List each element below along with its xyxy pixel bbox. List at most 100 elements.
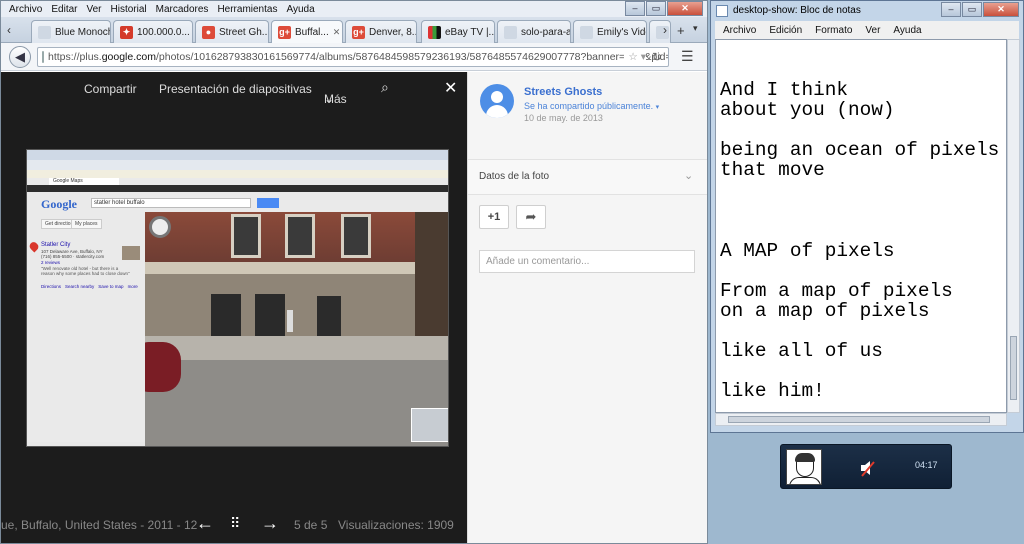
menu-ver[interactable]: Ver <box>86 4 101 15</box>
google-plus-icon: g+ <box>278 26 291 39</box>
viewer-footer: ue, Buffalo, United States - 2011 - 12 ←… <box>1 510 467 540</box>
share-link[interactable]: Compartir <box>84 82 137 96</box>
notepad-title: desktop-show: Bloc de notas <box>733 5 861 16</box>
photo-info-label: Datos de la foto <box>479 171 550 182</box>
close-button[interactable]: ✕ <box>667 1 703 16</box>
notepad-menubar: Archivo Edición Formato Ver Ayuda <box>715 21 1019 39</box>
bookmark-star-icon[interactable]: ☆ ▾ <box>624 51 646 63</box>
media-player-widget: 04:17 <box>780 444 952 489</box>
menu-archivo[interactable]: Archivo <box>9 4 42 15</box>
previous-arrow-icon[interactable]: ← <box>196 513 214 534</box>
notepad-window: desktop-show: Bloc de notas – ▭ ✕ Archiv… <box>710 0 1024 433</box>
lock-icon <box>42 51 44 63</box>
embedded-statusbar <box>27 442 145 446</box>
maps-search-button <box>257 198 279 208</box>
tab-solo-para[interactable]: solo-para-ad... <box>497 20 571 43</box>
browser-window: Archivo Editar Ver Historial Marcadores … <box>0 0 708 544</box>
close-tab-icon[interactable]: ✕ <box>333 27 341 38</box>
tab-list-icon[interactable]: ▾ <box>693 23 698 34</box>
location-icon: ● <box>202 25 215 39</box>
tab-blue-monoch[interactable]: Blue Monoch... <box>31 20 111 43</box>
plus-one-button[interactable]: +1 <box>479 205 509 229</box>
doorway <box>255 294 285 338</box>
next-arrow-icon[interactable]: → <box>261 513 279 534</box>
photo-side-panel: Streets Ghosts Se ha compartido públicam… <box>467 72 707 543</box>
avatar-body <box>486 105 508 118</box>
playback-time: 04:17 <box>915 460 938 470</box>
scrollbar-thumb[interactable] <box>1010 336 1017 400</box>
embedded-google-bar <box>27 185 448 192</box>
menu-edicion[interactable]: Edición <box>769 25 802 36</box>
back-arrow-icon[interactable]: ◀ <box>9 46 31 68</box>
hamburger-menu-icon[interactable]: ☰ <box>681 49 697 63</box>
tab-emilys-video[interactable]: Emily's Video ... <box>573 20 647 43</box>
tab-buffalo[interactable]: g+ Buffal... ✕ <box>271 20 343 44</box>
tab-street-ghosts[interactable]: ● Street Gh... <box>195 20 269 43</box>
reload-icon[interactable]: ↻ <box>652 50 662 64</box>
horizontal-scrollbar[interactable] <box>715 413 1007 426</box>
photo-counter: 5 de 5 <box>294 518 328 532</box>
menu-archivo[interactable]: Archivo <box>723 25 756 36</box>
mute-icon[interactable] <box>859 459 877 477</box>
place-actions: Directions Search nearby Save to map more <box>41 284 138 289</box>
comment-input[interactable]: Añade un comentario... <box>479 250 695 273</box>
maps-search-input: statler hotel buffalo <box>91 198 251 208</box>
new-tab-icon[interactable]: + <box>677 23 685 38</box>
grid-view-icon[interactable]: ⠿ <box>230 515 240 532</box>
menu-formato[interactable]: Formato <box>815 25 852 36</box>
tab-ebay-tv[interactable]: eBay TV |... <box>421 20 495 43</box>
embedded-titlebar <box>27 150 448 160</box>
menu-editar[interactable]: Editar <box>51 4 77 15</box>
share-arrow-icon[interactable]: ➦ <box>516 205 546 229</box>
tab-overflow[interactable]: s <box>649 20 671 43</box>
place-review-text: "Well renovate old hotel - but there is … <box>41 266 130 276</box>
blank-page-icon <box>38 25 51 39</box>
tab-denver[interactable]: g+ Denver, 8... <box>345 20 417 43</box>
scrollbar-thumb[interactable] <box>728 416 990 423</box>
menu-marcadores[interactable]: Marcadores <box>156 4 209 15</box>
photo-image: Google Maps Google statler hotel buffalo… <box>26 149 449 447</box>
building-awning <box>145 262 415 274</box>
google-logo: Google <box>41 197 77 211</box>
building-window <box>285 214 315 258</box>
search-icon[interactable]: ⌕ <box>381 79 389 96</box>
flag-icon: ✦ <box>120 25 133 39</box>
place-thumbnail <box>122 246 140 260</box>
menu-ayuda[interactable]: Ayuda <box>286 4 314 15</box>
slideshow-link[interactable]: Presentación de diapositivas <box>159 82 312 96</box>
viewer-toolbar: Compartir Presentación de diapositivas M… <box>1 72 467 108</box>
minimize-button[interactable]: – <box>941 2 961 17</box>
menu-ayuda[interactable]: Ayuda <box>893 25 921 36</box>
close-icon[interactable]: ✕ <box>444 78 457 98</box>
url-prefix: https://plus. <box>48 51 102 63</box>
url-bar[interactable]: https://plus. google.com/photos/101628793… <box>37 47 669 67</box>
street-view-compass-icon <box>149 216 171 238</box>
sketch-hair <box>795 453 815 462</box>
menu-herramientas[interactable]: Herramientas <box>217 4 277 15</box>
close-button[interactable]: ✕ <box>983 2 1019 17</box>
tab-100000[interactable]: ✦ 100.000.0... <box>113 20 193 43</box>
menu-ver[interactable]: Ver <box>865 25 880 36</box>
browser-window-controls: – ▭ ✕ <box>624 1 703 16</box>
sharing-status: Se ha compartido públicamente. ▾ <box>524 101 660 111</box>
navigation-bar: ◀ https://plus. google.com/photos/1016287… <box>1 43 707 71</box>
notepad-window-controls: – ▭ ✕ <box>940 2 1019 17</box>
chevron-down-icon: ⌄ <box>324 92 335 106</box>
street-view-image <box>145 212 448 446</box>
photo-location: ue, Buffalo, United States - 2011 - 12 <box>1 518 198 532</box>
avatar[interactable] <box>480 84 514 118</box>
minimize-button[interactable]: – <box>625 1 645 16</box>
tabs-scroll-left-icon[interactable]: ‹ <box>7 23 11 37</box>
tabs-scroll-right-icon[interactable]: › <box>663 23 667 37</box>
tab-bar: ‹ Blue Monoch... ✦100.000.0... ●Street G… <box>1 17 707 44</box>
vertical-scrollbar[interactable] <box>1007 39 1020 413</box>
post-date: 10 de may. de 2013 <box>524 113 603 123</box>
avatar-head <box>491 91 503 103</box>
maximize-button[interactable]: ▭ <box>962 2 982 17</box>
menu-historial[interactable]: Historial <box>111 4 147 15</box>
notepad-text-area[interactable]: And I think about you (now) being an oce… <box>715 39 1007 413</box>
author-name[interactable]: Streets Ghosts <box>524 86 602 98</box>
embedded-urlbar <box>27 160 448 170</box>
maximize-button[interactable]: ▭ <box>646 1 666 16</box>
photo-info-toggle[interactable]: Datos de la foto ⌄ <box>468 159 707 195</box>
